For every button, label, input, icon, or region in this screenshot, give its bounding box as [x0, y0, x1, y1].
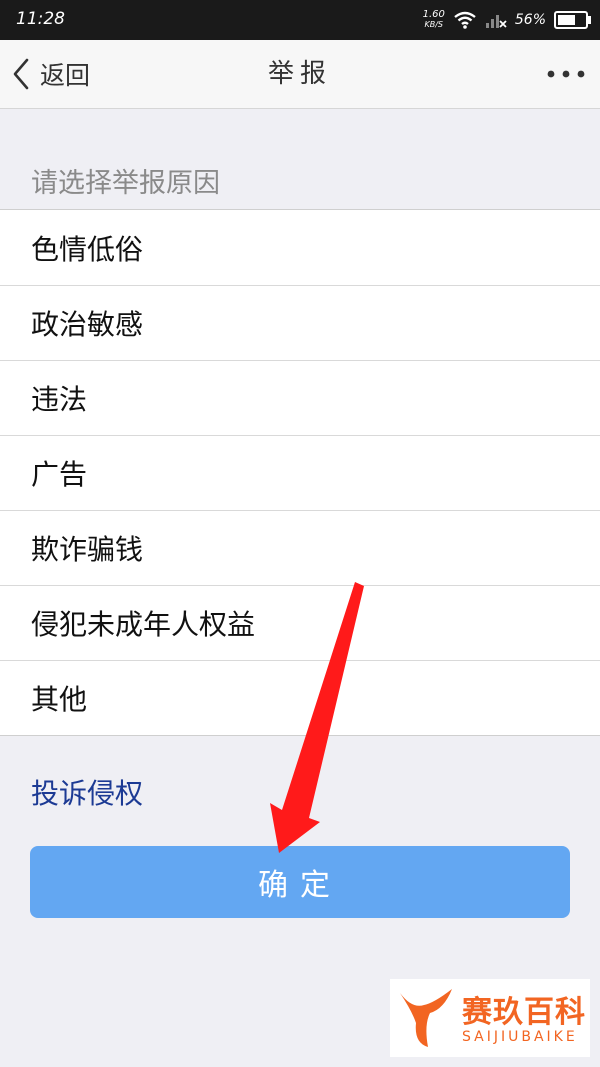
reason-item-fraud[interactable]: 欺诈骗钱 — [0, 510, 600, 585]
status-bar: 11:28 1.60 KB/S 56% — [0, 0, 600, 40]
reason-list: 色情低俗 政治敏感 违法 广告 欺诈骗钱 侵犯未成年人权益 其他 — [0, 209, 600, 736]
confirm-button[interactable]: 确定 — [30, 846, 570, 918]
watermark-subtitle: SAIJIUBAIKE — [462, 1029, 578, 1045]
whale-tail-icon — [400, 989, 452, 1047]
reason-item-minors-rights[interactable]: 侵犯未成年人权益 — [0, 585, 600, 660]
network-speed-unit: KB/S — [424, 20, 443, 29]
network-speed: 1.60 KB/S — [423, 10, 445, 30]
cellular-signal-icon — [485, 15, 507, 28]
battery-icon — [554, 11, 591, 29]
wifi-icon — [454, 11, 476, 29]
watermark-name: 赛玖百科 — [462, 995, 586, 1030]
reason-item-vulgar[interactable]: 色情低俗 — [0, 210, 600, 285]
battery-percent: 56% — [514, 12, 546, 28]
section-title: 请选择举报原因 — [31, 168, 220, 199]
more-options-button[interactable] — [546, 40, 586, 108]
reason-item-illegal[interactable]: 违法 — [0, 360, 600, 435]
status-indicators: 1.60 KB/S 56% — [423, 7, 591, 33]
status-time: 11:28 — [16, 9, 65, 29]
more-dots-icon — [547, 70, 585, 78]
infringement-complaint-link[interactable]: 投诉侵权 — [31, 772, 143, 812]
page-title: 举报 — [267, 59, 332, 89]
navigation-bar: 返回 举报 — [0, 40, 600, 109]
watermark-logo: 赛玖百科 SAIJIUBAIKE — [390, 979, 590, 1057]
network-speed-value: 1.60 — [422, 9, 445, 20]
reason-item-political[interactable]: 政治敏感 — [0, 285, 600, 360]
reason-item-advertising[interactable]: 广告 — [0, 435, 600, 510]
reason-item-other[interactable]: 其他 — [0, 660, 600, 735]
